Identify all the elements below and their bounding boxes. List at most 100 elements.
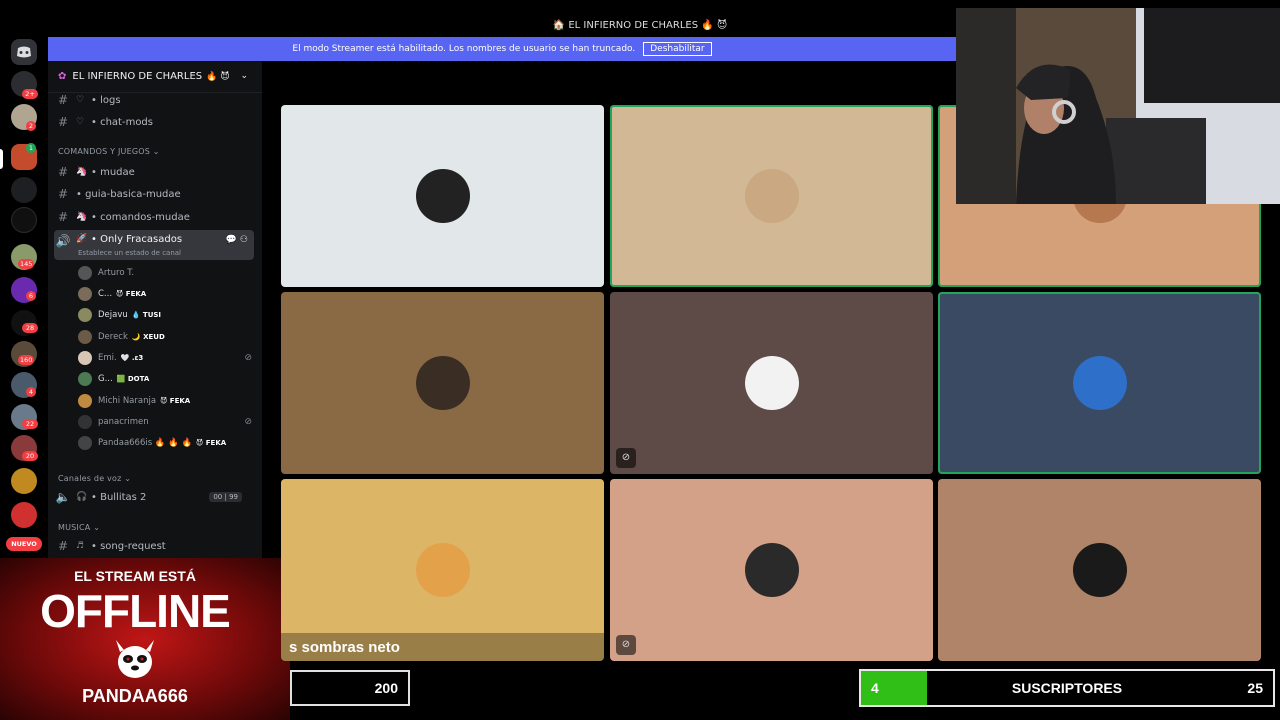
channel-logs[interactable]: # ♡ • logs [54,90,254,110]
avatar[interactable] [78,415,92,429]
video-tile[interactable] [938,479,1261,661]
voice-user-name: Arturo T. [98,268,135,278]
avatar [744,356,799,410]
avatar [1072,543,1127,597]
avatar[interactable] [78,308,92,322]
voice-user-name: C... [98,289,113,299]
server-badge: 6 [26,291,36,301]
video-tile[interactable]: s sombras neto [281,479,604,661]
video-tile[interactable]: ⊘ [610,292,933,474]
server-badge: 28 [22,323,38,333]
voice-user[interactable]: panacrimen ⊘ [78,412,258,432]
avatar [744,543,799,597]
voice-channel-bullitas-2[interactable]: 🔈 🎧 • Bullitas 2 00 | 99 [54,487,254,507]
server-badge: 1 [26,143,36,153]
server-badge: 160 [18,355,35,365]
hash-icon: # [57,539,69,553]
category-games[interactable]: COMANDOS Y JUEGOS ⌄ [58,147,160,156]
server-logo-icon: ✿ [58,71,67,82]
webcam-feed [956,8,1280,204]
shield-icon: ♡ [76,117,85,127]
banner-text: El modo Streamer está habilitado. Los no… [292,44,636,54]
channel-guia-basica-mudae[interactable]: # • guia-basica-mudae [54,184,254,204]
server-icon-14[interactable] [11,502,37,528]
shield-icon: ♡ [76,95,85,105]
hash-icon: # [57,187,69,201]
voice-user[interactable]: Dejavu 💧 TUSI [78,305,258,325]
channel-comandos-mudae[interactable]: # 🦄 • comandos-mudae [54,207,254,227]
avatar[interactable] [78,436,92,450]
server-badge: 2 [26,121,36,131]
offline-line-1: EL STREAM ESTÁ [74,568,196,584]
voice-user-name: Emi. [98,353,117,363]
rocket-icon: 🚀 [76,234,88,244]
category-music[interactable]: MUSICA ⌄ [58,523,100,532]
offline-line-2: OFFLINE [40,585,231,637]
muted-icon: ⊘ [616,448,636,468]
voice-user[interactable]: C... 😈 FEKA [78,284,258,304]
user-clan-tag: 😈 FEKA [160,397,191,405]
user-clan-tag: 🟩 DOTA [116,375,150,383]
video-tile[interactable]: ⊘ [610,479,933,661]
unicorn-icon: 🦄 [76,212,88,222]
video-tile[interactable] [610,105,933,287]
muted-icon: ⊘ [244,417,252,427]
server-rail: 2+ 2 1 145 6 28 160 4 22 20 NUEVO [0,37,48,557]
user-clan-tag: 💧 TUSI [131,311,162,319]
subscriber-goal-bar: 4 SUSCRIPTORES 25 [859,669,1275,707]
avatar [744,169,799,223]
voice-user[interactable]: Dereck 🌙 XEUD [78,327,258,347]
server-badge: 20 [22,451,38,461]
speaker-icon: 🔈 [55,490,71,504]
avatar[interactable] [78,372,92,386]
video-tile[interactable] [281,105,604,287]
server-emoji: 🔥 😈 [206,71,230,82]
avatar [1072,356,1127,410]
avatar[interactable] [78,287,92,301]
avatar[interactable] [78,266,92,280]
voice-user[interactable]: G... 🟩 DOTA [78,369,258,389]
avatar [415,169,470,223]
avatar[interactable] [78,330,92,344]
voice-user[interactable]: Arturo T. [78,263,258,283]
hash-icon: # [57,165,69,179]
voice-user[interactable]: Michi Naranja 😈 FEKA [78,391,258,411]
disable-streamer-button[interactable]: Deshabilitar [643,42,712,56]
server-icon-5[interactable] [11,207,37,233]
panda-logo-icon [116,640,154,678]
channel-chat-mods[interactable]: # ♡ • chat-mods [54,112,254,132]
voice-user-name: Dejavu [98,310,128,320]
hash-icon: # [57,115,69,129]
channel-status[interactable]: Establece un estado de canal [78,249,181,257]
category-voice[interactable]: Canales de voz ⌄ [58,474,131,483]
voice-user[interactable]: Emi. 🤍 .ε3 ⊘ [78,348,258,368]
voice-user[interactable]: Pandaa666is 🔥 🔥 🔥 😈 FEKA [78,433,258,453]
channel-song-request[interactable]: # ♬ • song-request [54,536,254,556]
chat-icon[interactable]: 💬 ⚇ [226,235,248,245]
server-header[interactable]: ✿ EL INFIERNO DE CHARLES 🔥 😈 ⌄ [48,61,262,93]
tile-caption: s sombras neto [281,633,604,661]
headphones-icon: 🎧 [76,492,88,502]
channel-label: • song-request [91,540,166,552]
avatar[interactable] [78,394,92,408]
counter-box: 200 [290,670,410,706]
muted-icon: ⊘ [616,635,636,655]
server-icon-13[interactable] [11,468,37,494]
channel-label: • comandos-mudae [91,211,190,223]
channel-mudae[interactable]: # 🦄 • mudae [54,162,254,182]
server-icon-4[interactable] [11,177,37,203]
avatar [415,543,470,597]
new-badge[interactable]: NUEVO [6,537,42,551]
voice-channel-only-fracasados[interactable]: 🔊 🚀 • Only Fracasados Establece un estad… [54,230,254,260]
offline-line-3: PANDAA666 [82,686,188,706]
muted-icon: ⊘ [244,353,252,363]
discord-home-icon[interactable] [11,39,37,65]
video-tile[interactable] [938,292,1261,474]
active-server-pill [0,149,3,169]
user-clan-tag: 🤍 .ε3 [120,354,144,362]
video-tile[interactable] [281,292,604,474]
chevron-down-icon: ⌄ [240,71,248,81]
server-badge: 2+ [22,89,38,99]
avatar[interactable] [78,351,92,365]
channel-label: • Only Fracasados [91,234,183,245]
